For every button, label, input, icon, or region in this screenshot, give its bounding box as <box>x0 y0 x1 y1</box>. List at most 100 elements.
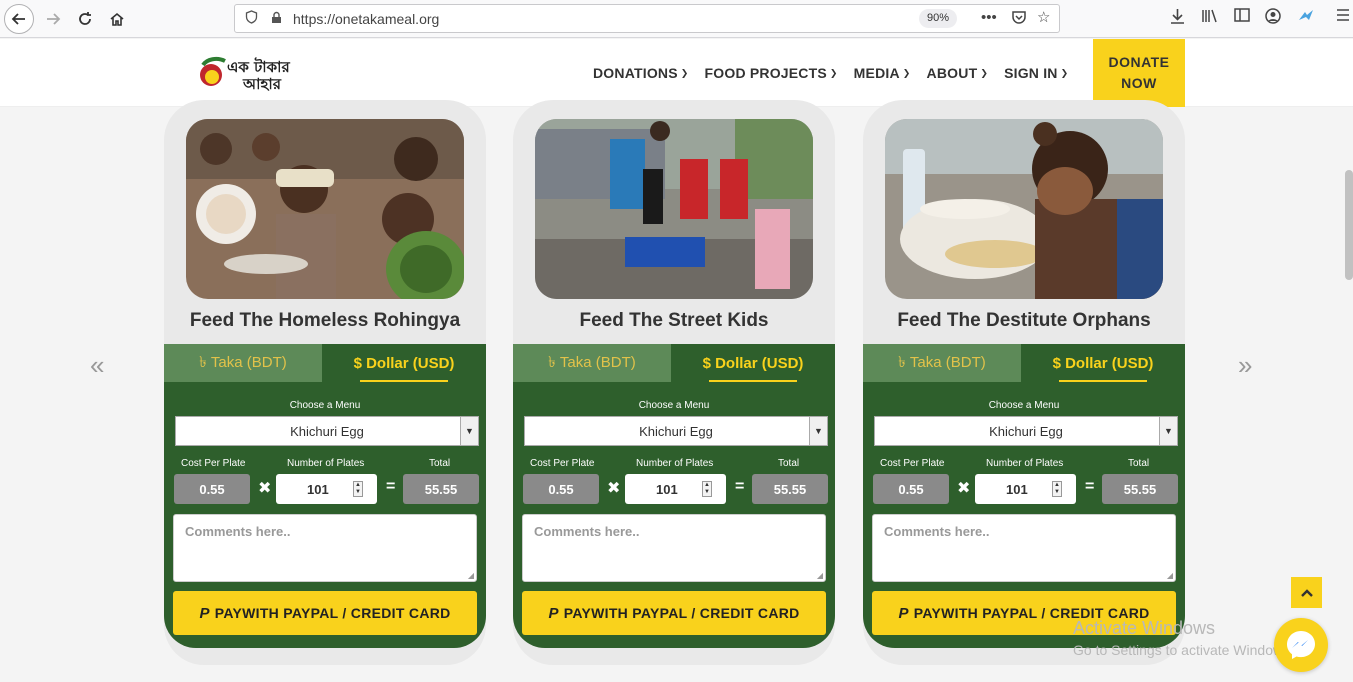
donation-form: ৳ Taka (BDT) $ Dollar (USD) Choose a Men… <box>513 344 835 648</box>
plates-value: 101 <box>1006 481 1028 497</box>
quantity-stepper[interactable]: ▲ ▼ <box>353 481 363 497</box>
main-menu: DONATIONS ❯ FOOD PROJECTS ❯ MEDIA ❯ ABOUT ❯ … <box>593 39 1084 107</box>
carousel-prev-button[interactable]: « <box>90 350 104 381</box>
back-button[interactable] <box>4 4 34 34</box>
card-photo <box>885 119 1163 299</box>
cost-label: Cost Per Plate <box>530 458 595 469</box>
paypal-pay-button[interactable]: P PAYWITH PAYPAL / CREDIT CARD <box>173 591 477 635</box>
url-text[interactable]: https://onetakameal.org <box>293 11 439 27</box>
menu-media[interactable]: MEDIA ❯ <box>854 65 911 81</box>
library-icon[interactable] <box>1201 8 1219 28</box>
chevron-down-icon[interactable]: ▼ <box>1159 417 1177 445</box>
browser-toolbar: https://onetakameal.org 90% ••• ☆ <box>0 0 1353 38</box>
messenger-chat-button[interactable] <box>1274 618 1328 672</box>
multiply-icon: ✖ <box>957 480 971 497</box>
resize-grip-icon[interactable]: ◢ <box>468 571 474 580</box>
comments-placeholder: Comments here.. <box>534 524 640 539</box>
chevron-down-icon[interactable]: ▼ <box>460 417 478 445</box>
more-actions-icon[interactable]: ••• <box>981 9 997 26</box>
menu-select[interactable]: Khichuri Egg ▼ <box>524 416 828 446</box>
pay-button-label: PAYWITH PAYPAL / CREDIT CARD <box>563 605 800 621</box>
plates-quantity-input[interactable]: 101 ▲ ▼ <box>975 474 1076 504</box>
currency-tabs: ৳ Taka (BDT) $ Dollar (USD) <box>164 344 486 382</box>
card-photo <box>535 119 813 299</box>
tab-taka-bdt[interactable]: ৳ Taka (BDT) <box>164 344 322 382</box>
account-icon[interactable] <box>1265 8 1281 28</box>
page-scrollbar[interactable] <box>1345 170 1353 280</box>
menu-label: Choose a Menu <box>289 400 361 411</box>
tab-dollar-usd[interactable]: $ Dollar (USD) <box>322 344 486 382</box>
plates-quantity-input[interactable]: 101 ▲ ▼ <box>276 474 377 504</box>
total-label: Total <box>1128 458 1150 469</box>
menu-select[interactable]: Khichuri Egg ▼ <box>175 416 479 446</box>
comments-placeholder: Comments here.. <box>884 524 990 539</box>
site-logo[interactable]: এক টাকার আহার <box>195 53 340 93</box>
comments-field[interactable]: Comments here.. ◢ <box>522 514 826 582</box>
chevron-down-icon: ❯ <box>1060 67 1069 78</box>
tab-dollar-usd[interactable]: $ Dollar (USD) <box>671 344 835 382</box>
donation-form: ৳ Taka (BDT) $ Dollar (USD) Choose a Men… <box>164 344 486 648</box>
cost-label: Cost Per Plate <box>181 458 246 469</box>
comments-field[interactable]: Comments here.. ◢ <box>173 514 477 582</box>
downloads-icon[interactable] <box>1170 8 1185 28</box>
svg-text:এক টাকার: এক টাকার <box>227 57 290 76</box>
forward-button[interactable] <box>38 4 68 34</box>
menu-select[interactable]: Khichuri Egg ▼ <box>874 416 1178 446</box>
paypal-pay-button[interactable]: P PAYWITH PAYPAL / CREDIT CARD <box>522 591 826 635</box>
chevron-down-icon: ❯ <box>902 67 911 78</box>
equals-icon: = <box>735 478 745 495</box>
hamburger-menu-icon[interactable] <box>1336 8 1350 26</box>
resize-grip-icon[interactable]: ◢ <box>1167 571 1173 580</box>
zoom-badge[interactable]: 90% <box>919 9 958 28</box>
plates-value: 101 <box>656 481 678 497</box>
pocket-icon[interactable] <box>1011 10 1027 29</box>
tab-taka-bdt[interactable]: ৳ Taka (BDT) <box>863 344 1021 382</box>
plates-label: Number of Plates <box>636 458 714 469</box>
shield-icon[interactable] <box>245 10 258 27</box>
donate-now-button[interactable]: DONATE NOW <box>1093 39 1185 107</box>
donate-line2: NOW <box>1121 75 1157 91</box>
card-title: Feed The Homeless Rohingya <box>189 310 461 331</box>
comments-field[interactable]: Comments here.. ◢ <box>872 514 1176 582</box>
menu-donations[interactable]: DONATIONS ❯ <box>593 65 689 81</box>
quantity-stepper[interactable]: ▲ ▼ <box>702 481 712 497</box>
cost-label: Cost Per Plate <box>880 458 945 469</box>
bookmark-star-icon[interactable]: ☆ <box>1037 8 1050 26</box>
tab-taka-bdt[interactable]: ৳ Taka (BDT) <box>513 344 671 382</box>
home-button[interactable] <box>102 4 132 34</box>
lock-icon[interactable] <box>271 11 282 27</box>
extension-icon[interactable] <box>1297 8 1315 28</box>
menu-about[interactable]: ABOUT ❯ <box>927 65 989 81</box>
resize-grip-icon[interactable]: ◢ <box>817 571 823 580</box>
reload-button[interactable] <box>70 4 100 34</box>
donation-card: Feed The Homeless Rohingya ৳ Taka (BDT) … <box>164 100 486 665</box>
menu-sign-in[interactable]: SIGN IN ❯ <box>1004 65 1068 81</box>
arrow-right-icon <box>47 13 61 25</box>
tab-dollar-usd[interactable]: $ Dollar (USD) <box>1021 344 1185 382</box>
paypal-icon: P <box>898 604 909 622</box>
comments-placeholder: Comments here.. <box>185 524 291 539</box>
card-title: Feed The Destitute Orphans <box>897 310 1151 331</box>
address-bar[interactable]: https://onetakameal.org 90% ••• ☆ <box>234 4 1060 33</box>
quantity-stepper[interactable]: ▲ ▼ <box>1052 481 1062 497</box>
home-icon <box>110 12 124 26</box>
total-value: 55.55 <box>752 474 828 504</box>
donation-card: Feed The Street Kids ৳ Taka (BDT) $ Doll… <box>513 100 835 665</box>
multiply-icon: ✖ <box>607 480 621 497</box>
chevron-down-icon: ❯ <box>829 67 838 78</box>
plates-quantity-input[interactable]: 101 ▲ ▼ <box>625 474 726 504</box>
carousel-next-button[interactable]: » <box>1238 350 1252 381</box>
pay-button-label: PAYWITH PAYPAL / CREDIT CARD <box>214 605 451 621</box>
plates-label: Number of Plates <box>986 458 1064 469</box>
scroll-to-top-button[interactable] <box>1291 577 1322 608</box>
paypal-icon: P <box>199 604 210 622</box>
sidebar-icon[interactable] <box>1234 8 1250 26</box>
chevron-down-icon[interactable]: ▼ <box>809 417 827 445</box>
plates-label: Number of Plates <box>287 458 365 469</box>
cost-per-plate-value: 0.55 <box>174 474 250 504</box>
svg-text:আহার: আহার <box>242 75 282 93</box>
multiply-icon: ✖ <box>258 480 272 497</box>
site-header: এক টাকার আহার DONATIONS ❯ FOOD PROJECTS ❯ … <box>0 39 1353 107</box>
menu-food-projects[interactable]: FOOD PROJECTS ❯ <box>705 65 838 81</box>
messenger-icon <box>1287 631 1315 659</box>
